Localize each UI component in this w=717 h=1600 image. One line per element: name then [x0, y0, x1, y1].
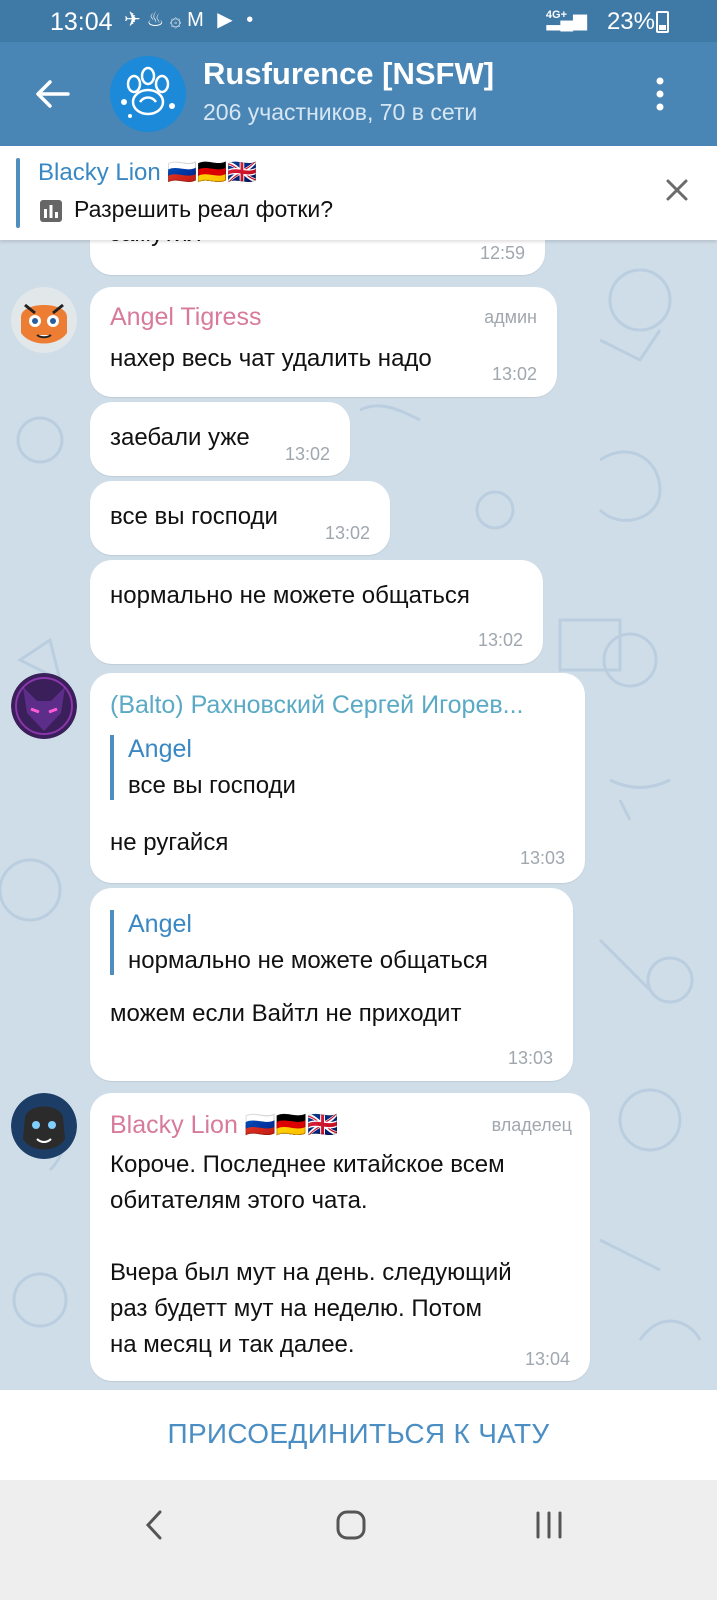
- message-bubble[interactable]: заебали уже 13:02: [90, 402, 350, 476]
- sender-name[interactable]: (Balto) Рахновский Сергей Игорев...: [110, 691, 523, 720]
- member-role: админ: [484, 307, 537, 327]
- group-subtitle: 206 участников, 70 в сети: [203, 99, 478, 125]
- more-vertical-icon[interactable]: [650, 74, 670, 114]
- message-text-line: раз будетт мут на неделю. Потом: [110, 1295, 483, 1322]
- reply-text: нормально не можете общаться: [128, 947, 488, 974]
- avatar[interactable]: [11, 1093, 77, 1159]
- battery-icon: [656, 11, 669, 33]
- avatar[interactable]: [11, 673, 77, 739]
- reply-text: все вы господи: [128, 772, 296, 799]
- message-text-line: на месяц и так далее.: [110, 1331, 355, 1358]
- message-bubble[interactable]: замутил 12:59: [90, 240, 545, 275]
- poll-icon: [40, 200, 62, 222]
- message-text: все вы господи: [110, 503, 278, 530]
- message-bubble[interactable]: Angel Tigress админ нахер весь чат удали…: [90, 287, 557, 397]
- message-text: не ругайся: [110, 829, 229, 856]
- group-avatar[interactable]: [110, 56, 186, 132]
- message-text-line: Короче. Последнее китайское всем: [110, 1151, 505, 1178]
- message-text: нормально не можете общаться: [110, 582, 470, 609]
- join-bar: ПРИСОЕДИНИТЬСЯ К ЧАТУ: [0, 1390, 717, 1480]
- message-bubble[interactable]: Angel нормально не можете общаться можем…: [90, 888, 573, 1081]
- signal-icon: ▂▄▆: [546, 10, 587, 30]
- battery-percent: 23%: [606, 8, 655, 35]
- message-text: заебали уже: [110, 424, 250, 451]
- notification-icons: ✈ ♨ ۞ M ▶ •: [124, 9, 258, 31]
- message-time: 13:02: [477, 630, 523, 650]
- pinned-author: Blacky Lion 🇷🇺🇩🇪🇬🇧: [38, 159, 258, 186]
- nav-back-icon[interactable]: [142, 1508, 166, 1542]
- message-time: 13:02: [491, 364, 537, 384]
- message-time: 13:03: [507, 1048, 553, 1068]
- pinned-text: Разрешить реал фотки?: [74, 196, 334, 222]
- message-time: 13:04: [524, 1349, 570, 1369]
- member-role: владелец: [491, 1115, 572, 1135]
- close-icon[interactable]: [665, 178, 689, 202]
- arrow-left-icon[interactable]: [32, 74, 72, 114]
- message-time: 13:02: [284, 444, 330, 464]
- message-bubble[interactable]: нормально не можете общаться 13:02: [90, 560, 543, 664]
- reply-quote[interactable]: Angel нормально не можете общаться: [110, 910, 488, 975]
- message-text-line: обитателям этого чата.: [110, 1187, 368, 1214]
- message-text: можем если Вайтл не приходит: [110, 1000, 462, 1027]
- message-time: 13:03: [519, 848, 565, 868]
- message-bubble[interactable]: Blacky Lion 🇷🇺🇩🇪🇬🇧 владелец Короче. Посл…: [90, 1093, 590, 1381]
- message-bubble[interactable]: (Balto) Рахновский Сергей Игорев... Ange…: [90, 673, 585, 883]
- message-bubble[interactable]: все вы господи 13:02: [90, 481, 390, 555]
- pinned-message[interactable]: Blacky Lion 🇷🇺🇩🇪🇬🇧 Разрешить реал фотки?: [0, 146, 717, 240]
- message-time: 12:59: [479, 243, 525, 263]
- nav-home-icon[interactable]: [336, 1510, 366, 1540]
- system-nav-bar: [0, 1480, 717, 1600]
- message-text: замутил: [110, 240, 202, 248]
- sender-name[interactable]: Blacky Lion 🇷🇺🇩🇪🇬🇧: [110, 1111, 338, 1140]
- message-text: нахер весь чат удалить надо: [110, 345, 432, 372]
- join-chat-button[interactable]: ПРИСОЕДИНИТЬСЯ К ЧАТУ: [0, 1418, 717, 1450]
- sender-name[interactable]: Angel Tigress: [110, 303, 261, 332]
- chat-header: Rusfurence [NSFW] 206 участников, 70 в с…: [0, 42, 717, 146]
- pinned-accent-bar: [16, 158, 20, 228]
- message-text-line: Вчера был мут на день. следующий: [110, 1259, 512, 1286]
- reply-author: Angel: [128, 910, 192, 938]
- message-time: 13:02: [324, 523, 370, 543]
- status-bar: 13:04 ✈ ♨ ۞ M ▶ • 4G+ ▂▄▆ 23%: [0, 0, 717, 42]
- status-time: 13:04: [50, 8, 113, 36]
- nav-recents-icon[interactable]: [534, 1510, 564, 1540]
- reply-author: Angel: [128, 735, 192, 763]
- chat-area[interactable]: замутил 12:59 Angel Tigress админ нахер …: [0, 240, 717, 1390]
- avatar[interactable]: [11, 287, 77, 353]
- reply-quote[interactable]: Angel все вы господи: [110, 735, 296, 800]
- group-title[interactable]: Rusfurence [NSFW]: [203, 56, 494, 92]
